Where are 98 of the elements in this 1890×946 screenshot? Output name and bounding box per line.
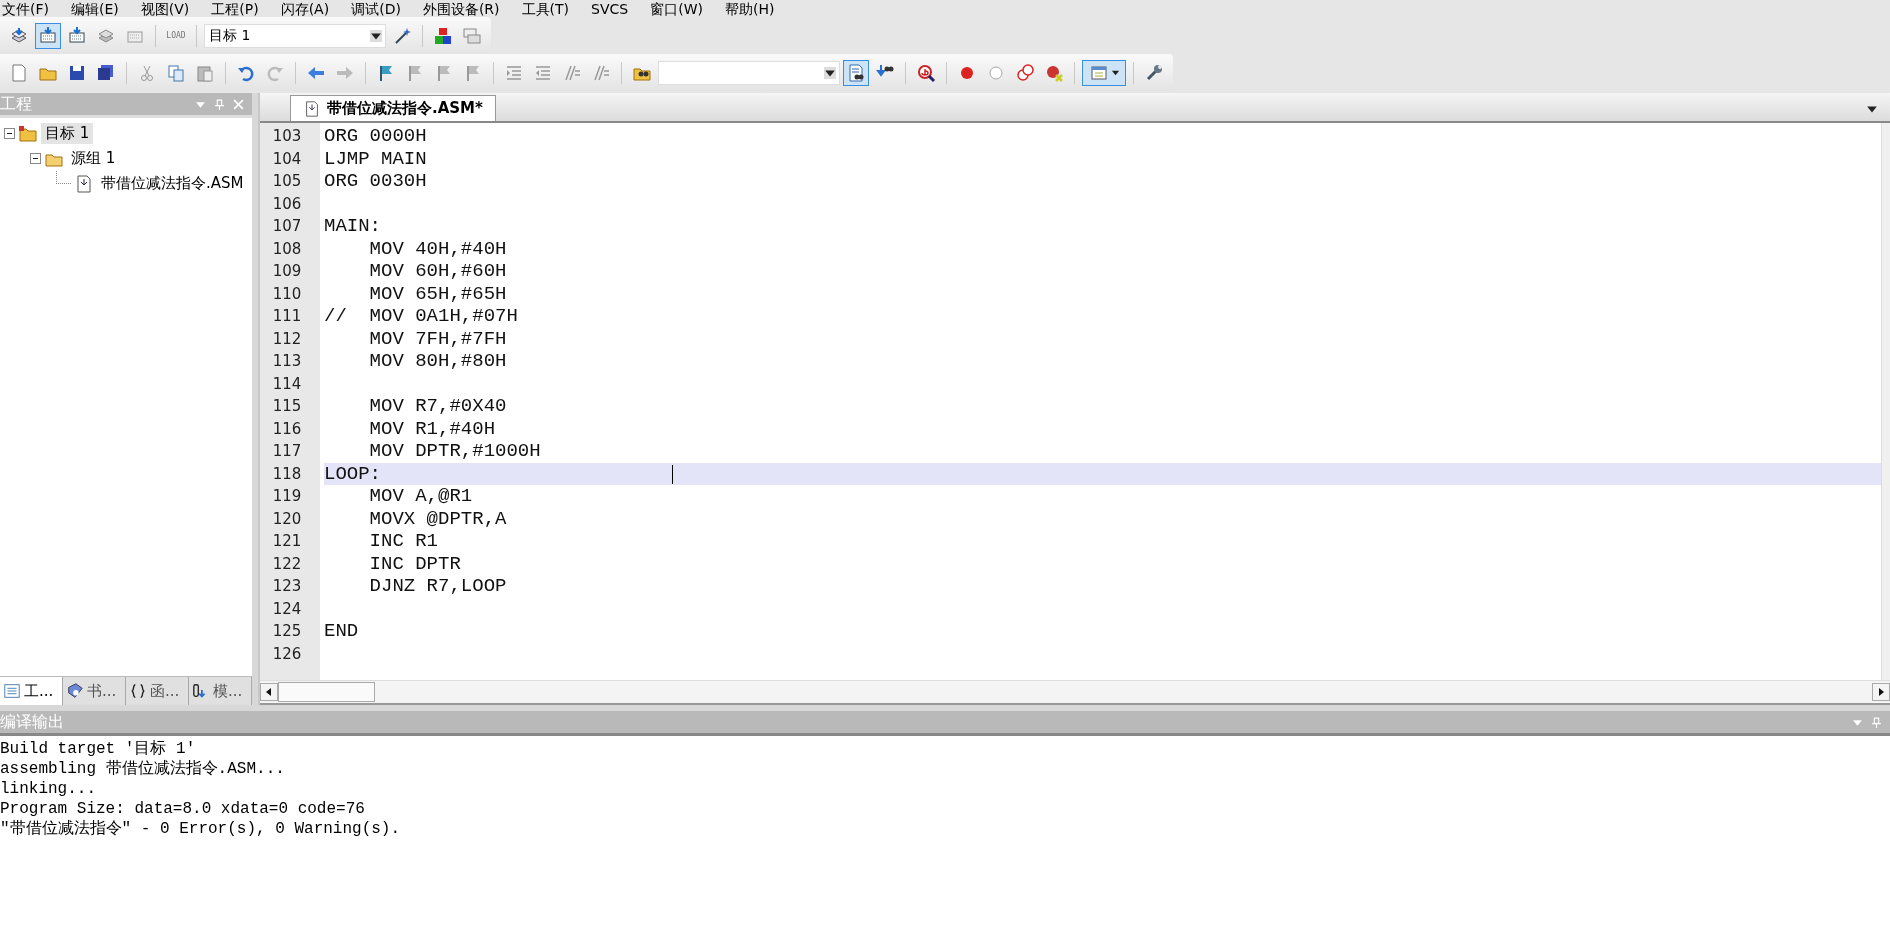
line-number: 124 xyxy=(271,599,303,618)
output-line: assembling 带借位减法指令.ASM... xyxy=(0,759,286,779)
line-number: 109 xyxy=(271,262,303,281)
file-icon xyxy=(303,99,321,118)
code-line: MOV 65H,#65H xyxy=(368,282,508,305)
find-icon xyxy=(846,62,866,83)
line-number: 110 xyxy=(271,284,303,303)
menu-item[interactable]: 窗口(W) xyxy=(650,2,703,17)
line-number: 123 xyxy=(271,577,303,596)
output-line: "带借位减法指令" - 0 Error(s), 0 Warning(s). xyxy=(0,819,402,839)
line-number: 111 xyxy=(271,307,303,326)
code-line: MOV A,@R1 xyxy=(368,485,474,508)
code-line: DJNZ R7,LOOP xyxy=(368,575,508,598)
output-line: linking... xyxy=(0,779,97,799)
line-number: 125 xyxy=(271,622,303,641)
line-number: 106 xyxy=(271,194,303,213)
code-line: MOVX @DPTR,A xyxy=(368,507,508,530)
tree-item[interactable]: 带借位减法指令.ASM xyxy=(97,173,248,194)
menu-item[interactable]: 工程(P) xyxy=(211,2,259,17)
debug-magnifier-icon xyxy=(916,62,936,83)
code-line: MOV R1,#40H xyxy=(368,417,497,440)
line-number: 119 xyxy=(271,487,303,506)
caret-icon xyxy=(1110,68,1120,77)
line-number: 112 xyxy=(271,329,303,348)
line-number: 126 xyxy=(271,644,303,663)
line-number: 113 xyxy=(271,352,303,371)
close-icon[interactable] xyxy=(233,98,244,110)
build-icon xyxy=(67,25,87,46)
panel-title: 工程 xyxy=(0,93,32,115)
scroll-left-icon[interactable] xyxy=(260,683,278,701)
load-button[interactable]: LOAD xyxy=(163,22,189,49)
blocks-icon xyxy=(433,25,453,46)
menu-item[interactable]: 文件(F) xyxy=(2,2,49,17)
panel-tab[interactable]: 工... xyxy=(0,677,63,705)
line-number: 105 xyxy=(271,172,303,191)
line-number: 114 xyxy=(271,374,303,393)
menu-item[interactable]: 视图(V) xyxy=(140,2,190,17)
window-button[interactable] xyxy=(1082,59,1126,86)
wrench-icon xyxy=(1144,62,1164,83)
line-number: 115 xyxy=(271,397,303,416)
code-line: MAIN: xyxy=(324,215,382,238)
code-line: ORG 0030H xyxy=(324,170,428,193)
rings-icon xyxy=(1015,62,1035,83)
menu-item[interactable]: 帮助(H) xyxy=(724,2,775,17)
code-line: MOV 7FH,#7FH xyxy=(368,327,508,350)
menu-item[interactable]: 闪存(A) xyxy=(280,2,330,17)
new-file-icon xyxy=(9,62,29,83)
line-number: 107 xyxy=(271,217,303,236)
vertical-scrollbar[interactable] xyxy=(1881,123,1890,680)
menu-item[interactable]: 调试(D) xyxy=(351,2,401,17)
file-tab[interactable]: 带借位减法指令.ASM* xyxy=(290,95,496,121)
list-icon xyxy=(3,682,21,700)
pin-icon[interactable] xyxy=(214,98,225,110)
menu-item[interactable]: 编辑(E) xyxy=(71,2,119,17)
copy-icon xyxy=(166,62,186,83)
folder-icon xyxy=(18,123,38,144)
line-number: 116 xyxy=(271,419,303,438)
menu-item[interactable]: SVCS xyxy=(591,2,629,17)
code-line: MOV 40H,#40H xyxy=(368,237,508,260)
scroll-right-icon[interactable] xyxy=(1872,683,1890,701)
minus-box-icon[interactable] xyxy=(30,153,41,164)
line-number: 121 xyxy=(271,532,303,551)
code-line: // MOV 0A1H,#07H xyxy=(324,305,519,328)
code-line: ORG 0000H xyxy=(324,125,428,148)
line-number: 122 xyxy=(271,554,303,573)
panel-title: 编译输出 xyxy=(0,711,64,733)
code-line: INC DPTR xyxy=(368,552,462,575)
line-number: 108 xyxy=(271,239,303,258)
target-dropdown[interactable]: 目标 1 xyxy=(204,23,386,48)
scrollbar-thumb[interactable] xyxy=(278,682,375,702)
line-number: 104 xyxy=(271,149,303,168)
line-number: 117 xyxy=(271,442,303,461)
line-number: 103 xyxy=(271,127,303,146)
code-line: MOV DPTR,#1000H xyxy=(368,440,542,463)
save-all-icon xyxy=(96,62,116,83)
menu-item[interactable]: 工具(T) xyxy=(521,2,570,17)
tree-item[interactable]: 目标 1 xyxy=(41,123,94,144)
line-number: 118 xyxy=(271,464,303,483)
code-line: END xyxy=(324,620,360,643)
line-number: 120 xyxy=(271,509,303,528)
code-line: MOV R7,#0X40 xyxy=(368,395,508,418)
pin-icon[interactable] xyxy=(1871,716,1882,728)
code-line: MOV 60H,#60H xyxy=(368,260,508,283)
code-line: LJMP MAIN xyxy=(324,147,428,170)
output-line: Program Size: data=8.0 xdata=0 code=76 xyxy=(0,799,366,819)
windows-icon xyxy=(462,25,482,46)
horizontal-scrollbar[interactable] xyxy=(260,680,1890,705)
build-icon xyxy=(38,25,58,46)
braces-icon xyxy=(129,682,147,700)
build-button[interactable] xyxy=(35,22,61,49)
code-line: MOV 80H,#80H xyxy=(368,350,508,373)
file-icon xyxy=(74,173,94,194)
code-line: INC R1 xyxy=(368,530,440,553)
menu-item[interactable]: 外围设备(R) xyxy=(422,2,500,17)
output-line: Build target '目标 1' xyxy=(0,739,197,759)
find-button[interactable] xyxy=(843,59,869,86)
minus-box-icon[interactable] xyxy=(4,128,15,139)
tree-item[interactable]: 源组 1 xyxy=(67,148,120,169)
